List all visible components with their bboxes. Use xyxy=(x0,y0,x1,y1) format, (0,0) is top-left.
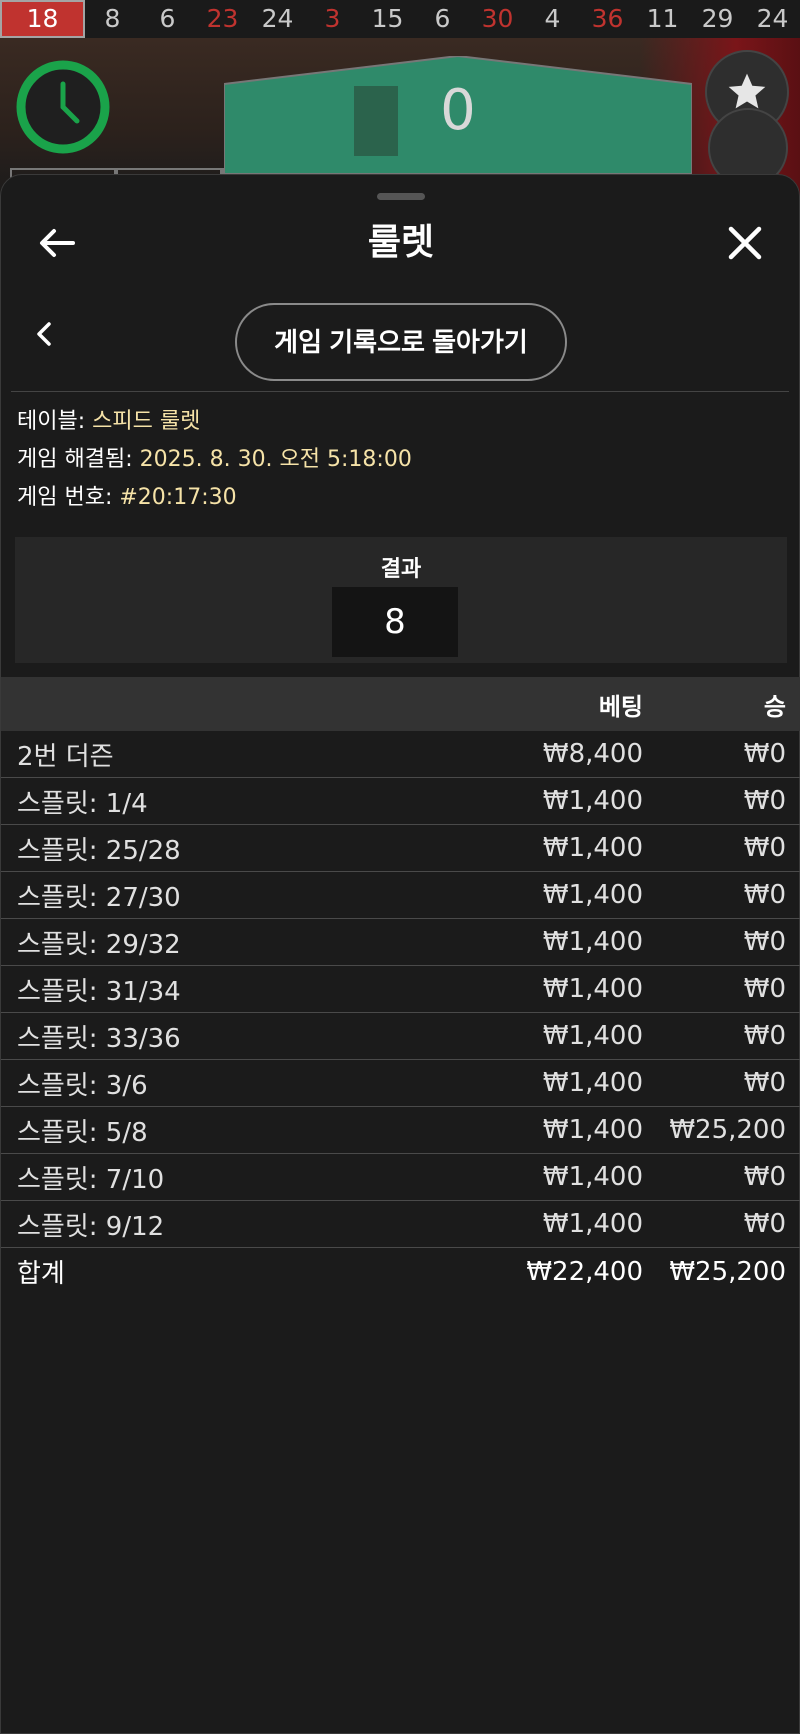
bet-name: 스플릿: 29/32 xyxy=(17,929,181,960)
bet-row: 스플릿: 1/4 ₩1,400 ₩0 xyxy=(1,778,800,825)
bet-amount: ₩1,400 xyxy=(542,880,643,910)
previous-game-button[interactable] xyxy=(29,319,59,349)
back-to-history-button[interactable]: 게임 기록으로 돌아가기 xyxy=(235,303,567,381)
result-number: 8 xyxy=(332,587,458,657)
game-number-value: #20:17:30 xyxy=(119,485,237,510)
recent-number: 30 xyxy=(481,4,514,33)
bet-row: 스플릿: 9/12 ₩1,400 ₩0 xyxy=(1,1201,800,1248)
bet-row: 2번 더즌 ₩8,400 ₩0 xyxy=(1,731,800,778)
recent-number: 24 xyxy=(261,4,294,33)
win-amount: ₩0 xyxy=(743,1162,786,1192)
bet-row: 스플릿: 3/6 ₩1,400 ₩0 xyxy=(1,1060,800,1107)
bet-amount: ₩1,400 xyxy=(542,1115,643,1145)
result-panel: 결과 8 xyxy=(15,537,787,663)
bet-name: 스플릿: 25/28 xyxy=(17,835,181,866)
header-bet: 베팅 xyxy=(598,692,643,721)
bet-row: 스플릿: 27/30 ₩1,400 ₩0 xyxy=(1,872,800,919)
win-amount: ₩0 xyxy=(743,974,786,1004)
header-win: 승 xyxy=(763,692,786,721)
recent-number: 11 xyxy=(646,4,679,33)
bets-table-header: 베팅 승 xyxy=(1,677,800,731)
game-number-info: 게임 번호: #20:17:30 xyxy=(17,483,237,513)
divider xyxy=(11,391,789,392)
game-number-label: 게임 번호: xyxy=(17,485,120,510)
recent-results-strip: 18 8 6 23 24 3 15 6 30 4 36 11 29 24 xyxy=(0,0,800,38)
win-amount: ₩0 xyxy=(743,786,786,816)
close-button[interactable] xyxy=(721,219,769,267)
bet-name: 스플릿: 31/34 xyxy=(17,976,181,1007)
win-amount: ₩0 xyxy=(743,833,786,863)
bet-amount: ₩8,400 xyxy=(542,739,643,769)
recent-number: 24 xyxy=(756,4,789,33)
bet-row: 스플릿: 5/8 ₩1,400 ₩25,200 xyxy=(1,1107,800,1154)
bet-amount: ₩1,400 xyxy=(542,1162,643,1192)
resolved-label: 게임 해결됨: xyxy=(17,447,140,472)
bet-row: 스플릿: 31/34 ₩1,400 ₩0 xyxy=(1,966,800,1013)
bet-amount: ₩1,400 xyxy=(542,927,643,957)
recent-number: 29 xyxy=(701,4,734,33)
resolved-info: 게임 해결됨: 2025. 8. 30. 오전 5:18:00 xyxy=(17,445,412,475)
bet-name: 스플릿: 3/6 xyxy=(17,1070,148,1101)
table-info: 테이블: 스피드 룰렛 xyxy=(17,407,200,437)
bet-amount: ₩1,400 xyxy=(542,974,643,1004)
bet-amount: ₩1,400 xyxy=(542,833,643,863)
bet-amount: ₩1,400 xyxy=(542,786,643,816)
bet-amount: ₩1,400 xyxy=(542,1021,643,1051)
close-icon xyxy=(728,226,762,260)
total-label: 합계 xyxy=(17,1259,65,1289)
total-win: ₩25,200 xyxy=(669,1256,786,1287)
resolved-value: 2025. 8. 30. 오전 5:18:00 xyxy=(139,447,412,472)
table-value: 스피드 룰렛 xyxy=(92,409,201,434)
recent-number: 8 xyxy=(104,4,121,33)
recent-number: 3 xyxy=(324,4,341,33)
win-amount: ₩0 xyxy=(743,880,786,910)
recent-number: 15 xyxy=(371,4,404,33)
clock-icon xyxy=(16,60,110,154)
bet-name: 스플릿: 33/36 xyxy=(17,1023,181,1054)
bet-name: 스플릿: 1/4 xyxy=(17,788,148,819)
bet-row: 스플릿: 7/10 ₩1,400 ₩0 xyxy=(1,1154,800,1201)
bet-name: 2번 더즌 xyxy=(17,741,114,772)
table-label: 테이블: xyxy=(17,409,93,434)
recent-number: 6 xyxy=(434,4,451,33)
recent-number: 4 xyxy=(544,4,561,33)
sheet-title: 룰렛 xyxy=(367,222,435,263)
total-row: 합계 ₩22,400 ₩25,200 xyxy=(1,1248,800,1295)
recent-number: 6 xyxy=(159,4,176,33)
recent-number: 23 xyxy=(206,4,239,33)
bet-amount: ₩1,400 xyxy=(542,1209,643,1239)
game-detail-sheet: 룰렛 게임 기록으로 돌아가기 테이블: 스피드 룰렛 게임 해결됨: 2025… xyxy=(0,174,800,1734)
bet-name: 스플릿: 7/10 xyxy=(17,1164,165,1195)
latest-result-number: 18 xyxy=(0,0,85,38)
win-amount: ₩0 xyxy=(743,1021,786,1051)
bet-amount: ₩1,400 xyxy=(542,1068,643,1098)
bet-name: 스플릿: 9/12 xyxy=(17,1211,165,1242)
win-amount: ₩25,200 xyxy=(669,1115,786,1145)
bet-name: 스플릿: 5/8 xyxy=(17,1117,148,1148)
win-amount: ₩0 xyxy=(743,927,786,957)
total-bet: ₩22,400 xyxy=(526,1256,643,1287)
bet-name: 스플릿: 27/30 xyxy=(17,882,181,913)
bets-table: 베팅 승 2번 더즌 ₩8,400 ₩0 스플릿: 1/4 ₩1,400 ₩0 스플릿: 2… xyxy=(1,677,800,1295)
bet-row: 스플릿: 29/32 ₩1,400 ₩0 xyxy=(1,919,800,966)
bet-row: 스플릿: 25/28 ₩1,400 ₩0 xyxy=(1,825,800,872)
result-label: 결과 xyxy=(380,557,422,582)
bet-row: 스플릿: 33/36 ₩1,400 ₩0 xyxy=(1,1013,800,1060)
recent-number: 36 xyxy=(591,4,624,33)
chevron-left-icon xyxy=(37,322,51,346)
win-amount: ₩0 xyxy=(743,1068,786,1098)
win-amount: ₩0 xyxy=(743,739,786,769)
win-amount: ₩0 xyxy=(743,1209,786,1239)
sheet-grabber[interactable] xyxy=(377,193,425,200)
zero-label: 0 xyxy=(440,78,476,143)
